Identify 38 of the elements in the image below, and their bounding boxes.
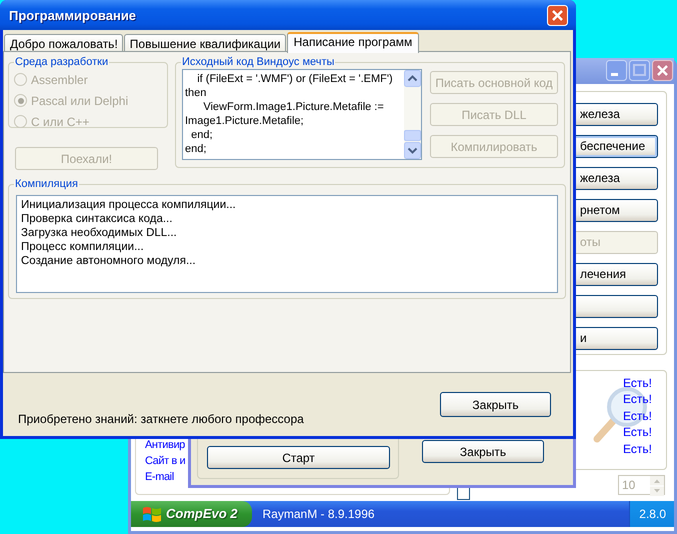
status-text: RaymanM - 8.9.1996 [262, 506, 375, 521]
tab[interactable]: Добро пожаловать! [4, 34, 123, 51]
scroll-up-icon[interactable] [404, 70, 421, 87]
close-icon[interactable] [652, 60, 673, 82]
link[interactable]: Есть! [623, 408, 652, 424]
version-label: 2.8.0 [629, 500, 674, 527]
log-line: Загрузка необходимых DLL... [21, 226, 178, 240]
log-line: Инициализация процесса компиляции... [21, 198, 237, 212]
link[interactable]: Антивир [145, 436, 185, 453]
minimize-icon[interactable] [606, 60, 627, 82]
log-line: Проверка синтаксиса кода... [21, 212, 174, 226]
group-title: Исходный код Виндоус мечты [181, 55, 336, 69]
radio-label: Assembler [31, 72, 88, 86]
button[interactable]: Закрыть [440, 392, 551, 417]
link[interactable]: E-mail [145, 468, 174, 485]
link[interactable]: Есть! [623, 391, 652, 408]
code-field[interactable]: if (FileExt = '.WMF') or (FileExt = '.EMF') then ViewForm.Image1.Picture.Metafile := Image1.Picture.Metafile; end; end; [182, 69, 422, 160]
group-title: Компиляция [14, 177, 79, 191]
scrollbar[interactable] [404, 70, 421, 159]
radio-label: Pascal или Delphi [31, 94, 128, 108]
tab[interactable]: Повышение квалификации [124, 34, 286, 51]
log-line: Создание автономного модуля... [21, 254, 197, 268]
scroll-thumb[interactable] [404, 130, 421, 141]
radio-label: C или C++ [31, 114, 90, 128]
tab[interactable]: Написание программ [286, 32, 420, 53]
button[interactable]: Закрыть [422, 440, 544, 463]
window-title: Программирование [9, 8, 136, 22]
scroll-down-icon[interactable] [404, 142, 421, 159]
link[interactable]: Есть! [623, 440, 652, 458]
group-title: Среда разработки [14, 55, 110, 69]
log-line: Процесс компиляции... [21, 240, 145, 254]
link[interactable]: Есть! [623, 374, 652, 392]
status-text: Приобретено знаний: заткнете любого профессора [18, 412, 304, 426]
button[interactable]: Старт [207, 446, 390, 469]
start-button[interactable]: CompEvo 2 [131, 500, 252, 527]
link[interactable]: Сайт в и [145, 452, 186, 469]
link[interactable]: Есть! [623, 424, 652, 441]
maximize-icon[interactable] [629, 60, 650, 82]
